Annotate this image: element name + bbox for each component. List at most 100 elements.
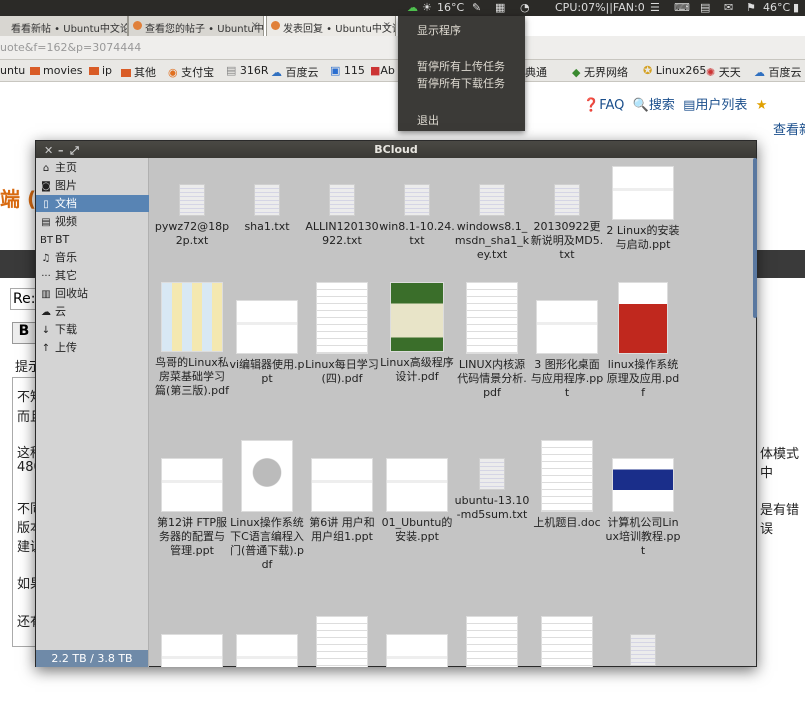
- bookmark-baiduyun-2[interactable]: ☁ 百度云: [754, 64, 802, 80]
- clipboard-icon[interactable]: ▤: [700, 1, 710, 14]
- battery-icon[interactable]: ▮: [793, 1, 799, 14]
- bookmark-316r[interactable]: ▤ 316R: [226, 64, 269, 77]
- file-item[interactable]: [229, 616, 305, 667]
- file-item[interactable]: [304, 616, 380, 667]
- file-item[interactable]: 2 Linux的安装与启动.ppt: [605, 166, 681, 252]
- faq-link[interactable]: ❓FAQ: [583, 98, 624, 113]
- wujie-icon: ◆: [572, 66, 581, 79]
- sidebar-item-film[interactable]: ▤ 视频: [36, 213, 149, 230]
- file-item[interactable]: 鸟哥的Linux私房菜基础学习篇(第三版).pdf: [154, 282, 230, 398]
- file-thumbnail-icon: [236, 300, 298, 354]
- file-item[interactable]: 01_Ubuntu的安装.ppt: [379, 440, 455, 544]
- close-icon[interactable]: ×: [383, 20, 391, 31]
- bcloud-tray-icon[interactable]: ☁: [407, 1, 418, 14]
- file-item[interactable]: [154, 616, 230, 667]
- file-thumbnail-icon: [161, 634, 223, 667]
- sidebar-item-bt[interactable]: BT BT: [36, 231, 149, 248]
- file-item[interactable]: vi编辑器使用.ppt: [229, 282, 305, 386]
- members-link[interactable]: ▤用户列表: [683, 98, 747, 113]
- file-item[interactable]: 第12讲 FTP服务器的配置与管理.ppt: [154, 440, 230, 558]
- file-grid: pywz72@18p2p.txt sha1.txt ALLIN120130922.t…: [150, 158, 756, 667]
- cpu-temperature: 46°C: [763, 1, 791, 14]
- file-item[interactable]: win8.1-10.24.txt: [379, 166, 455, 248]
- bt-icon: BT: [40, 235, 53, 246]
- sidebar-item-music[interactable]: ♫ 音乐: [36, 249, 149, 266]
- sidebar-item-home[interactable]: ⌂ 主页: [36, 159, 149, 176]
- file-thumbnail-icon: [479, 458, 505, 490]
- file-name: 第6讲 用户和用户组1.ppt: [309, 516, 375, 543]
- file-item[interactable]: 第6讲 用户和用户组1.ppt: [304, 440, 380, 544]
- bookmark-movies[interactable]: movies: [30, 64, 83, 77]
- menu-quit[interactable]: 退出: [417, 112, 439, 128]
- menu-show-app[interactable]: 显示程序: [417, 22, 461, 38]
- file-item[interactable]: Linux操作系统下C语言编程入门(普通下载).pdf: [229, 440, 305, 572]
- menu-icon[interactable]: ☰: [650, 1, 660, 14]
- file-thumbnail-icon: [161, 458, 223, 512]
- body-text: 体模式中: [760, 447, 800, 481]
- maximize-icon[interactable]: ⤢: [70, 142, 79, 159]
- minimize-icon[interactable]: –: [58, 142, 64, 159]
- bookmark-115[interactable]: ▣ 115: [330, 64, 365, 77]
- file-item[interactable]: [605, 616, 681, 667]
- file-item[interactable]: windows8.1_msdn_sha1_key.txt: [454, 166, 530, 262]
- file-item[interactable]: pywz72@18p2p.txt: [154, 166, 230, 248]
- bookmark-ubuntu[interactable]: untu: [0, 64, 25, 77]
- bookmark-alipay[interactable]: ◉ 支付宝: [168, 64, 214, 80]
- network-icon[interactable]: ⚑: [746, 1, 756, 14]
- file-item[interactable]: sha1.txt: [229, 166, 305, 234]
- sidebar-item-download[interactable]: ↓ 下载: [36, 321, 149, 338]
- file-item[interactable]: Linux高级程序设计.pdf: [379, 282, 455, 384]
- file-item[interactable]: [529, 616, 605, 667]
- sidebar-item-more[interactable]: ··· 其它: [36, 267, 149, 284]
- file-item[interactable]: LINUX内核源代码情景分析.pdf: [454, 282, 530, 400]
- file-item[interactable]: 上机题目.doc: [529, 440, 605, 530]
- temperature: 16°C: [437, 1, 465, 14]
- ab-icon: ■: [370, 64, 381, 77]
- sidebar-item-upload[interactable]: ↑ 上传: [36, 339, 149, 356]
- file-thumbnail-icon: [466, 616, 518, 667]
- file-item[interactable]: [454, 616, 530, 667]
- bookmark-ip[interactable]: ip: [89, 64, 112, 77]
- file-item[interactable]: Linux每日学习(四).pdf: [304, 282, 380, 386]
- calculator-icon[interactable]: ▦: [495, 1, 505, 14]
- window-titlebar[interactable]: ✕ – ⤢ BCloud: [36, 141, 756, 158]
- file-thumbnail-icon: [236, 634, 298, 667]
- star-icon: ✪: [643, 64, 653, 77]
- sidebar-item-document[interactable]: ▯ 文档: [36, 195, 149, 212]
- bookmark-wujie[interactable]: ◆ 无界网络: [572, 64, 628, 80]
- bold-button[interactable]: B: [12, 322, 36, 344]
- chat-icon[interactable]: ✉: [724, 1, 733, 14]
- faq-icon: ❓: [583, 98, 600, 113]
- file-name: win8.1-10.24.txt: [379, 220, 455, 247]
- view-new-link[interactable]: 查看新: [773, 119, 805, 138]
- edit-icon[interactable]: ✎: [472, 1, 481, 14]
- bookmark-baiduyun[interactable]: ☁ 百度云: [271, 64, 319, 80]
- file-thumbnail-icon: [241, 440, 293, 512]
- document-icon: ▯: [43, 199, 49, 210]
- keyboard-icon[interactable]: ⌨: [674, 1, 690, 14]
- file-name: 2 Linux的安装与启动.ppt: [606, 224, 680, 251]
- file-item[interactable]: 20130922更新说明及MD5.txt: [529, 166, 605, 262]
- close-icon[interactable]: ×: [251, 20, 259, 31]
- sidebar-item-trash[interactable]: ▥ 回收站: [36, 285, 149, 302]
- file-item[interactable]: ALLIN120130922.txt: [304, 166, 380, 248]
- sidebar-item-camera[interactable]: ◙ 图片: [36, 177, 149, 194]
- scrollbar[interactable]: [753, 158, 757, 318]
- bookmark-linux265[interactable]: ✪ Linux265: [643, 64, 706, 77]
- bookmark-tiantian[interactable]: ✺ 天天: [706, 64, 741, 80]
- bookmark-ab[interactable]: ■Ab: [370, 64, 395, 77]
- close-icon[interactable]: ✕: [44, 142, 53, 159]
- file-item[interactable]: linux操作系统原理及应用.pdf: [605, 282, 681, 400]
- sidebar-item-label: 图片: [55, 179, 77, 192]
- file-item[interactable]: [379, 616, 455, 667]
- menu-pause-downloads[interactable]: 暂停所有下载任务: [417, 75, 505, 91]
- sidebar-item-cloud[interactable]: ☁ 云: [36, 303, 149, 320]
- menu-pause-uploads[interactable]: 暂停所有上传任务: [417, 58, 505, 74]
- search-link[interactable]: 🔍搜索: [633, 98, 675, 113]
- file-item[interactable]: 计算机公司Linux培训教程.ppt: [605, 440, 681, 558]
- file-name: pywz72@18p2p.txt: [154, 220, 230, 247]
- file-item[interactable]: 3 图形化桌面与应用程序.ppt: [529, 282, 605, 400]
- bookmark-other[interactable]: 其他: [121, 64, 156, 80]
- clock-icon[interactable]: ◔: [520, 1, 530, 14]
- file-item[interactable]: ubuntu-13.10-md5sum.txt: [454, 440, 530, 522]
